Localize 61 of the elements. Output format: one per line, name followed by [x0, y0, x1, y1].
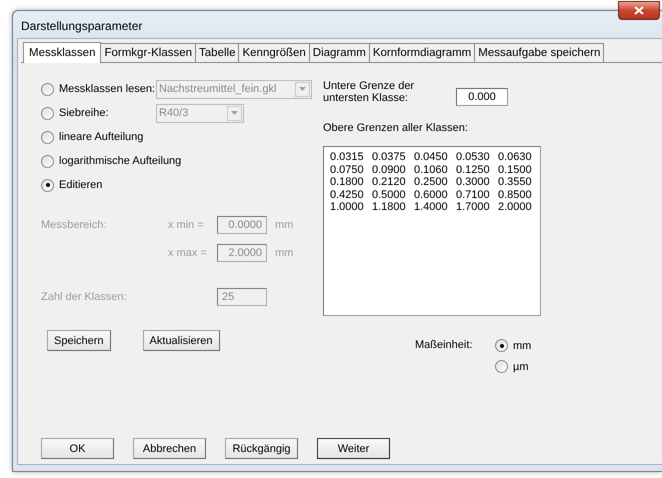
limit-value: 0.0450	[414, 151, 449, 164]
limit-value: 0.1500	[498, 164, 533, 176]
limit-value: 0.0630	[498, 151, 533, 164]
count-label: Zahl der Klassen:	[41, 291, 128, 303]
limit-value: 0.0375	[372, 151, 407, 164]
dialog-button[interactable]: OK	[41, 438, 114, 459]
dialog-button[interactable]: Rückgängig	[225, 438, 298, 459]
limit-value: 0.1250	[456, 164, 491, 176]
limit-value: 0.8500	[498, 188, 533, 201]
limit-value: 0.3000	[456, 176, 491, 188]
field-label: x min =	[168, 219, 205, 231]
option-label: logarithmische Aufteilung	[59, 155, 182, 167]
unit-label: mm	[275, 247, 294, 259]
limit-value: 0.5000	[372, 188, 407, 201]
text-area[interactable]: 0.0315 0.0375 0.0450 0.0530 0.0630 0.0750 0.0900 0.1060 0.1250 0.1500 0.1800 0.2120 0.2500 0.3000 0.3550 0.4250 0.5000 0.6000 0.7100 0.8500 1.0000 1.1800 1.4000 1.7000 2.0000	[323, 146, 541, 316]
tab[interactable]: Messklassen	[23, 42, 102, 63]
limit-value: 0.0315	[330, 151, 365, 164]
limit-value: 0.3550	[498, 176, 533, 188]
limit-value: 1.7000	[456, 201, 491, 214]
limit-value: 0.2120	[372, 176, 407, 188]
limit-value: 0.6000	[414, 188, 449, 201]
radio-button[interactable]	[41, 154, 54, 168]
action-button[interactable]: Speichern	[47, 330, 111, 351]
limit-value: 0.0530	[456, 151, 491, 164]
window-title: Darstellungsparameter	[21, 18, 142, 32]
limit-value: 0.7100	[456, 188, 491, 201]
option-label: mm	[513, 340, 532, 352]
limit-value: 1.1800	[372, 201, 407, 214]
dialog-button[interactable]: Weiter	[317, 438, 390, 459]
limit-value: 0.0900	[372, 164, 407, 176]
option-label: Siebreihe:	[59, 107, 110, 119]
radio-button[interactable]	[495, 339, 508, 352]
action-button[interactable]: Aktualisieren	[142, 330, 220, 351]
limit-value: 1.4000	[414, 201, 449, 214]
radio-button[interactable]	[41, 178, 54, 192]
upper-limits-label: Obere Grenzen aller Klassen:	[323, 122, 469, 134]
limit-value: 0.2500	[414, 176, 449, 188]
field-label: x max =	[168, 247, 208, 259]
lower-limit-label: Untere Grenze der untersten Klasse:	[323, 80, 416, 104]
option-label: lineare Aufteilung	[59, 131, 144, 143]
option-label: Editieren	[59, 179, 102, 191]
tab[interactable]: Messaufgabe speichern	[474, 43, 604, 62]
caret-icon	[299, 87, 306, 91]
input-field[interactable]: 0.000	[456, 88, 508, 106]
limit-value: 0.0750	[330, 164, 365, 176]
limit-value: 0.4250	[330, 188, 365, 201]
option-label: µm	[513, 360, 529, 372]
limit-value: 0.1060	[414, 164, 449, 176]
unit-label: mm	[275, 219, 294, 231]
close-icon	[634, 6, 644, 15]
limit-value: 0.1800	[330, 176, 365, 188]
option-label: Messklassen lesen:	[59, 83, 156, 95]
unit-label: Maßeinheit:	[415, 339, 474, 353]
radio-button[interactable]	[495, 360, 508, 373]
range-label: Messbereich:	[41, 219, 106, 231]
limit-value: 1.0000	[330, 201, 365, 214]
caret-icon	[231, 111, 238, 115]
close-button[interactable]	[618, 1, 660, 20]
dialog-button[interactable]: Abbrechen	[133, 438, 206, 459]
radio-button[interactable]	[41, 130, 54, 144]
limit-value: 2.0000	[498, 201, 533, 214]
